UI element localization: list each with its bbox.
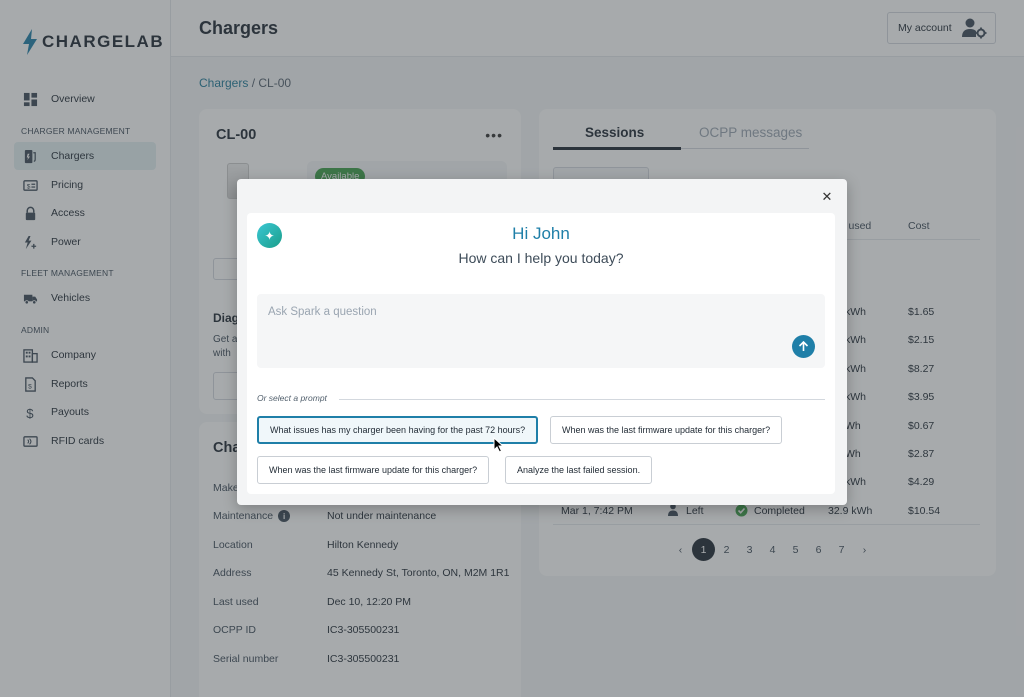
- or-select-prompt-label: Or select a prompt: [257, 393, 327, 403]
- arrow-up-icon: [798, 341, 809, 351]
- ask-spark-input[interactable]: Ask Spark a question: [257, 294, 825, 368]
- assistant-panel: ✦ Hi John How can I help you today? Ask …: [247, 213, 835, 494]
- close-icon[interactable]: ✕: [820, 189, 834, 204]
- ask-placeholder: Ask Spark a question: [268, 306, 377, 318]
- prompt-button-firmware-update-2[interactable]: When was the last firmware update for th…: [257, 456, 490, 484]
- spark-assistant-modal: ✕ ✦ Hi John How can I help you today? As…: [237, 179, 847, 505]
- mouse-cursor-icon: [493, 437, 505, 453]
- divider: [339, 399, 825, 400]
- send-button[interactable]: [792, 335, 815, 358]
- greeting-title: Hi John: [512, 224, 570, 243]
- prompt-button-firmware-update[interactable]: When was the last firmware update for th…: [550, 416, 783, 444]
- prompt-button-analyze-failed-session[interactable]: Analyze the last failed session.: [505, 456, 653, 484]
- greeting-subtitle: How can I help you today?: [458, 250, 624, 266]
